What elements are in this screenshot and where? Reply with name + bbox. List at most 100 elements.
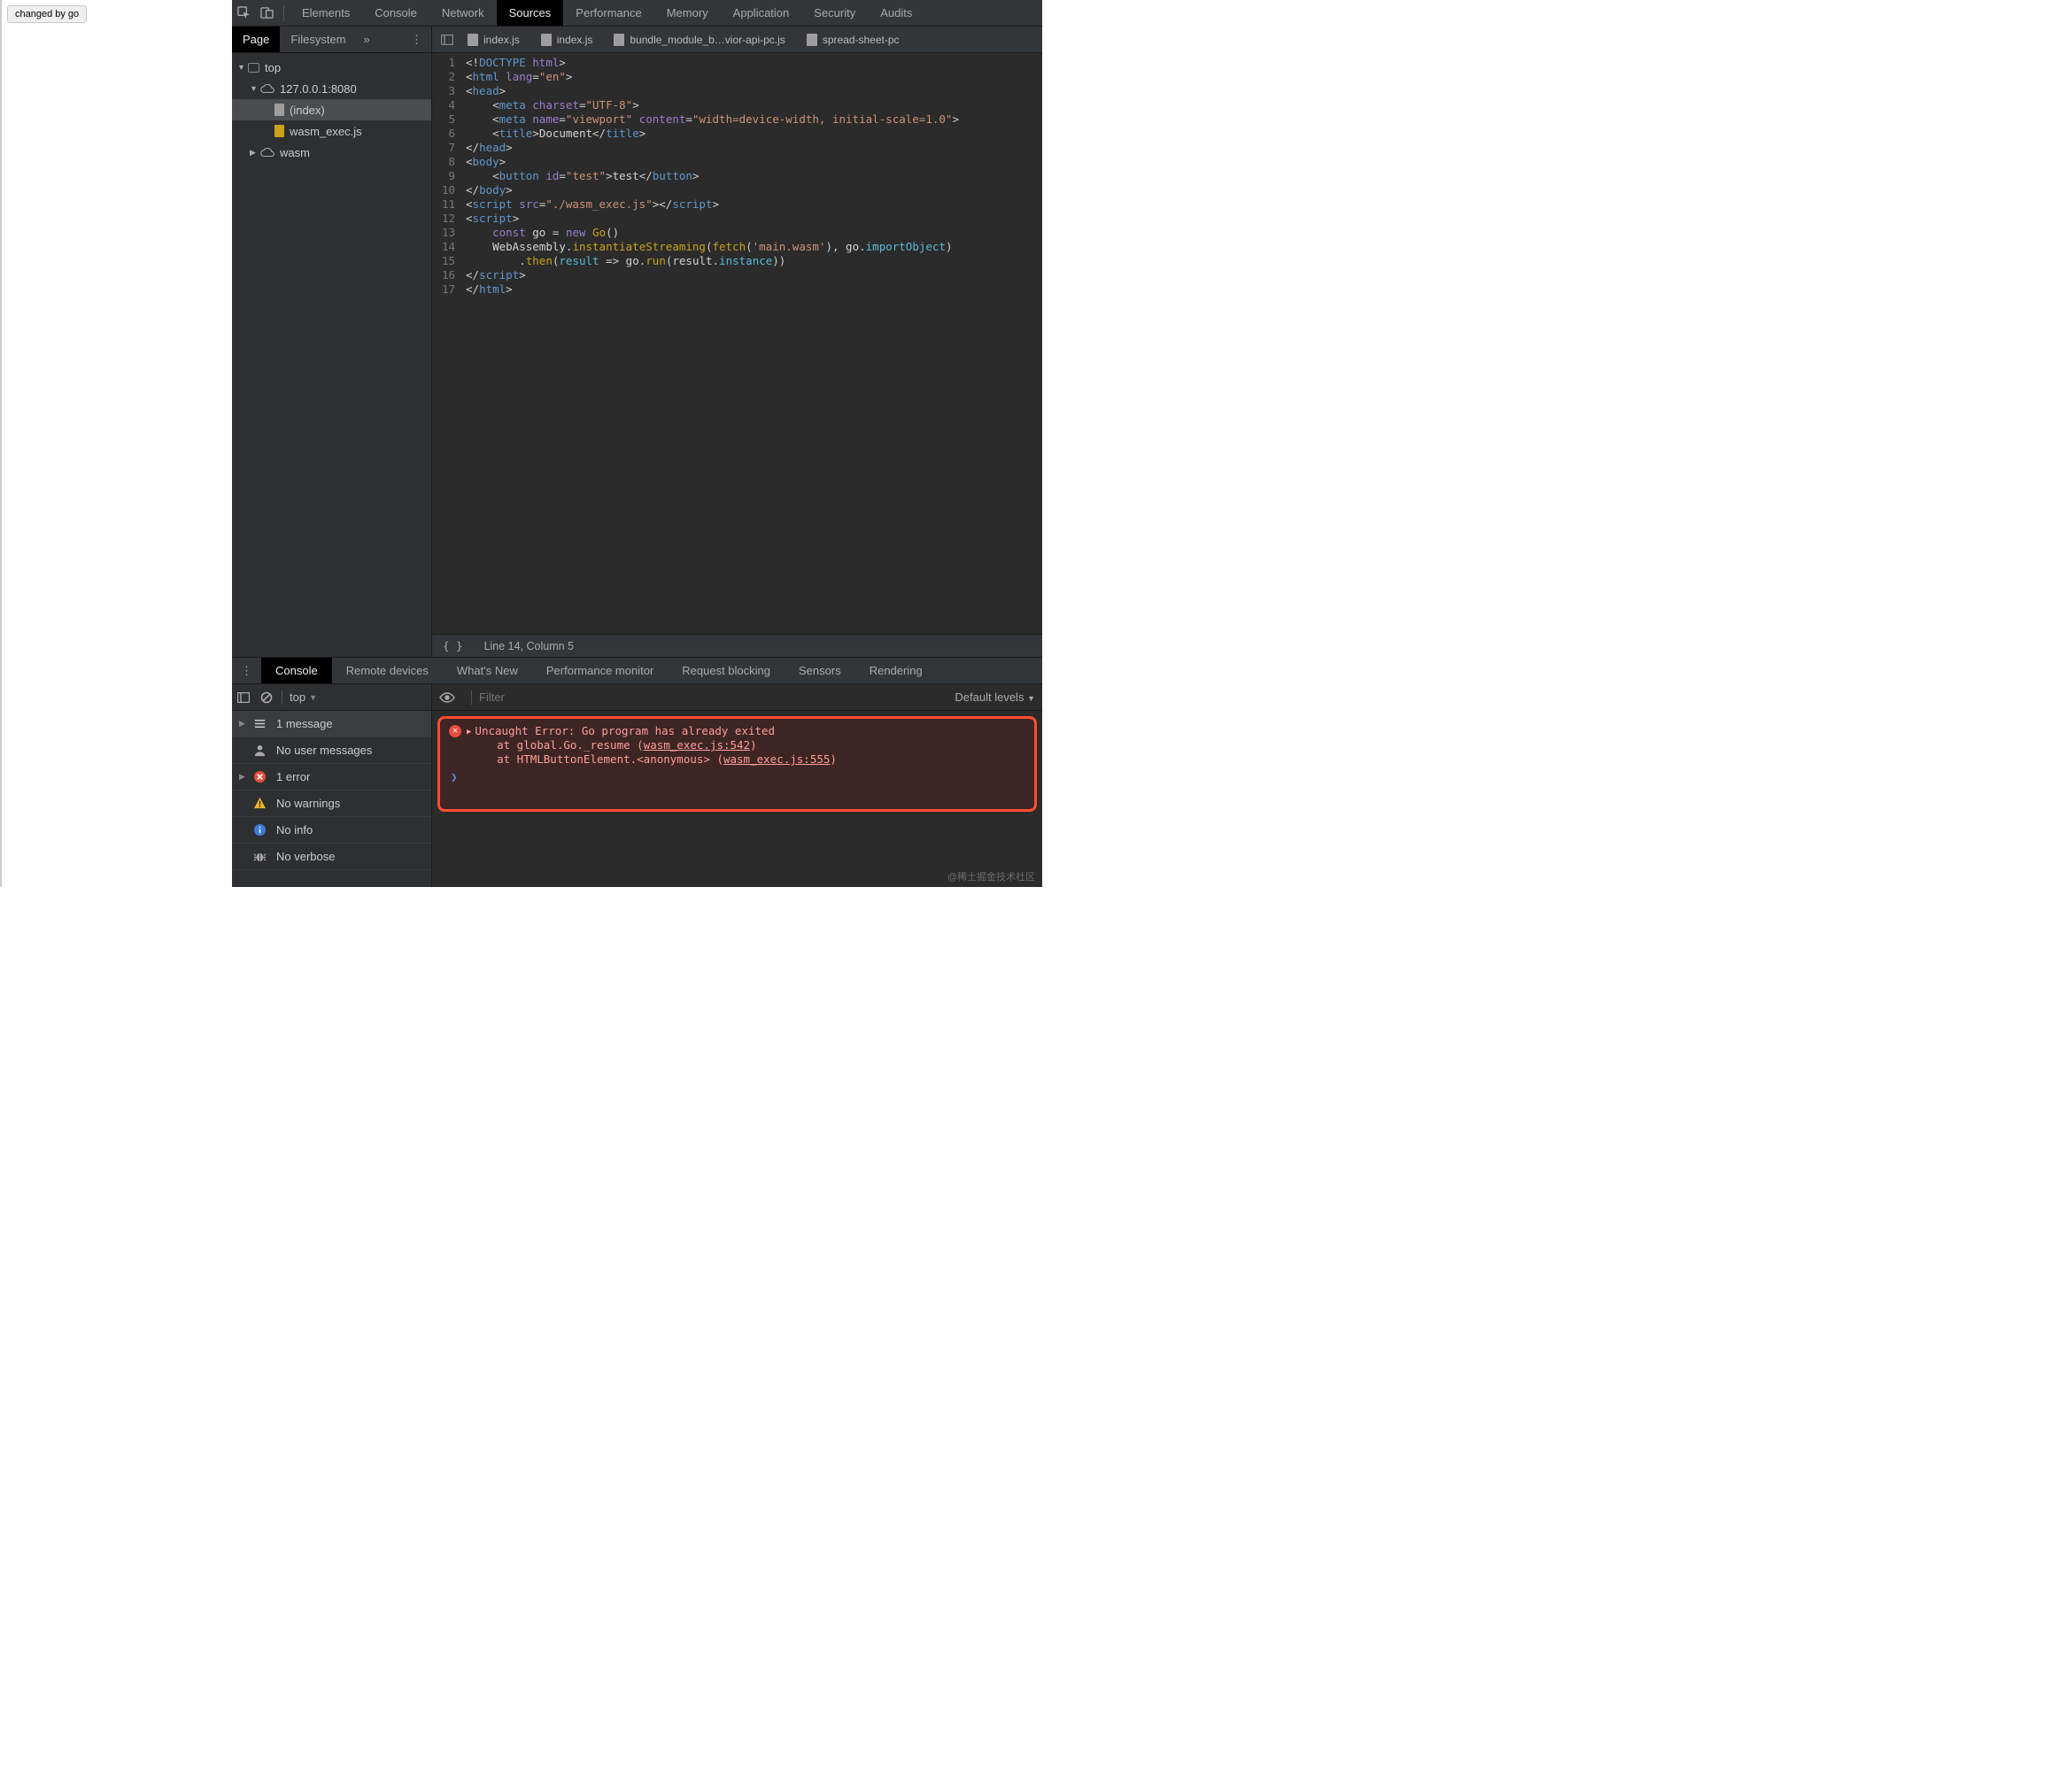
tree-label: 127.0.0.1:8080 xyxy=(280,82,357,96)
file-tree: ▼ top ▼ 127.0.0.1:8080 (index) wasm xyxy=(232,53,431,657)
tab-elements[interactable]: Elements xyxy=(290,0,362,26)
tab-audits[interactable]: Audits xyxy=(868,0,924,26)
filter-messages[interactable]: ▶ 1 message xyxy=(232,711,431,737)
clear-console-icon[interactable] xyxy=(255,691,278,704)
drawer-tab-rendering[interactable]: Rendering xyxy=(855,658,937,683)
error-badge-icon: ✕ xyxy=(449,725,461,737)
info-icon xyxy=(251,823,267,837)
filter-label: No user messages xyxy=(276,744,372,757)
line-gutter: 1234567891011121314151617 xyxy=(432,53,462,634)
tree-label: top xyxy=(265,61,281,74)
expand-icon[interactable]: ▶ xyxy=(467,725,471,739)
drawer-tab-performance-monitor[interactable]: Performance monitor xyxy=(532,658,668,683)
filter-label: 1 error xyxy=(276,770,310,783)
page-test-button[interactable]: changed by go xyxy=(7,5,87,23)
warning-icon xyxy=(251,797,267,810)
filter-errors[interactable]: ▶ 1 error xyxy=(232,764,431,791)
cursor-position: Line 14, Column 5 xyxy=(484,640,574,652)
code-content[interactable]: <!DOCTYPE html><html lang="en"><head> <m… xyxy=(462,53,1042,634)
tree-wasm-exec[interactable]: wasm_exec.js xyxy=(232,120,431,142)
file-icon xyxy=(614,34,624,46)
filter-user[interactable]: No user messages xyxy=(232,737,431,764)
filter-info[interactable]: No info xyxy=(232,817,431,844)
stack-link[interactable]: wasm_exec.js:542 xyxy=(644,738,750,752)
devtools-top-tabbar: ElementsConsoleNetworkSourcesPerformance… xyxy=(232,0,1042,27)
drawer-tabs: ⋮ ConsoleRemote devicesWhat's NewPerform… xyxy=(232,658,1042,684)
file-tab[interactable]: index.js xyxy=(457,27,530,52)
drawer-tab-remote-devices[interactable]: Remote devices xyxy=(332,658,443,683)
console-filter-input[interactable] xyxy=(479,690,946,704)
error-icon xyxy=(251,770,267,783)
tree-label: (index) xyxy=(290,104,325,117)
tab-console[interactable]: Console xyxy=(362,0,429,26)
tab-page[interactable]: Page xyxy=(232,27,280,52)
rendered-page: changed by go xyxy=(0,0,232,887)
filter-label: No info xyxy=(276,823,313,837)
drawer-tab-what-s-new[interactable]: What's New xyxy=(443,658,532,683)
sources-navigator: Page Filesystem » ⋮ ▼ top ▼ 127.0.0.1:80… xyxy=(232,27,432,657)
separator xyxy=(471,690,472,705)
tree-label: wasm xyxy=(280,146,310,159)
pretty-print-icon[interactable]: { } xyxy=(443,639,463,652)
inspect-element-icon[interactable] xyxy=(232,2,255,25)
watermark: @稀土掘金技术社区 xyxy=(947,869,1035,883)
js-file-icon xyxy=(274,125,284,137)
bug-icon xyxy=(251,850,267,863)
console-sidebar: top ▼ ▶ 1 message No user messages xyxy=(232,684,432,887)
toggle-sidebar-icon[interactable] xyxy=(232,692,255,703)
tree-host[interactable]: ▼ 127.0.0.1:8080 xyxy=(232,78,431,99)
frame-icon xyxy=(248,63,259,73)
console-output-pane: Default levels ▼ ✕ ▶ Uncaught Error: Go … xyxy=(432,684,1042,887)
code-area[interactable]: 1234567891011121314151617 <!DOCTYPE html… xyxy=(432,53,1042,634)
drawer-tab-console[interactable]: Console xyxy=(261,658,332,683)
cloud-icon xyxy=(260,145,274,159)
tab-sources[interactable]: Sources xyxy=(497,0,564,26)
navigator-tabs: Page Filesystem » ⋮ xyxy=(232,27,431,53)
user-icon xyxy=(251,744,267,757)
file-tab[interactable]: bundle_module_b…vior-api-pc.js xyxy=(603,27,795,52)
more-options-icon[interactable]: ⋮ xyxy=(402,33,431,47)
console-error-entry[interactable]: ✕ ▶ Uncaught Error: Go program has alrea… xyxy=(437,716,1037,812)
tree-label: wasm_exec.js xyxy=(290,125,362,138)
devtools: ElementsConsoleNetworkSourcesPerformance… xyxy=(232,0,1042,887)
live-expression-icon[interactable] xyxy=(439,692,455,703)
tree-index[interactable]: (index) xyxy=(232,99,431,120)
tree-top[interactable]: ▼ top xyxy=(232,57,431,78)
drawer-tab-request-blocking[interactable]: Request blocking xyxy=(668,658,785,683)
filter-warnings[interactable]: No warnings xyxy=(232,791,431,817)
tab-network[interactable]: Network xyxy=(429,0,497,26)
tree-wasm-folder[interactable]: ▶ wasm xyxy=(232,142,431,163)
editor: index.jsindex.jsbundle_module_b…vior-api… xyxy=(432,27,1042,657)
separator xyxy=(283,5,284,21)
filter-verbose[interactable]: No verbose xyxy=(232,844,431,870)
file-icon xyxy=(541,34,552,46)
tab-memory[interactable]: Memory xyxy=(654,0,721,26)
drawer-tab-sensors[interactable]: Sensors xyxy=(785,658,855,683)
overflow-chevrons-icon[interactable]: » xyxy=(357,33,377,46)
stack-link[interactable]: wasm_exec.js:555 xyxy=(723,752,830,766)
file-tab[interactable]: index.js xyxy=(530,27,604,52)
tab-filesystem[interactable]: Filesystem xyxy=(280,27,356,52)
context-selector[interactable]: top xyxy=(286,690,309,704)
editor-statusbar: { } Line 14, Column 5 xyxy=(432,634,1042,657)
log-levels-dropdown[interactable]: Default levels ▼ xyxy=(946,690,1035,704)
dropdown-icon: ▼ xyxy=(309,693,324,702)
tab-security[interactable]: Security xyxy=(801,0,868,26)
console-prompt[interactable]: ❯ xyxy=(449,770,1025,784)
cloud-icon xyxy=(260,81,274,96)
file-icon xyxy=(468,34,478,46)
console-toolbar: top ▼ xyxy=(232,684,431,711)
file-icon xyxy=(274,104,284,116)
editor-file-tabs: index.jsindex.jsbundle_module_b…vior-api… xyxy=(432,27,1042,53)
file-icon xyxy=(807,34,817,46)
drawer: ⋮ ConsoleRemote devicesWhat's NewPerform… xyxy=(232,657,1042,887)
tab-performance[interactable]: Performance xyxy=(563,0,653,26)
tab-application[interactable]: Application xyxy=(721,0,802,26)
show-navigator-icon[interactable] xyxy=(437,35,457,45)
drawer-more-icon[interactable]: ⋮ xyxy=(232,664,261,678)
error-message: Uncaught Error: Go program has already e… xyxy=(475,724,775,738)
device-toolbar-icon[interactable] xyxy=(255,2,278,25)
list-icon xyxy=(251,717,267,730)
console-filter-bar: Default levels ▼ xyxy=(432,684,1042,711)
file-tab[interactable]: spread-sheet-pc xyxy=(796,27,910,52)
